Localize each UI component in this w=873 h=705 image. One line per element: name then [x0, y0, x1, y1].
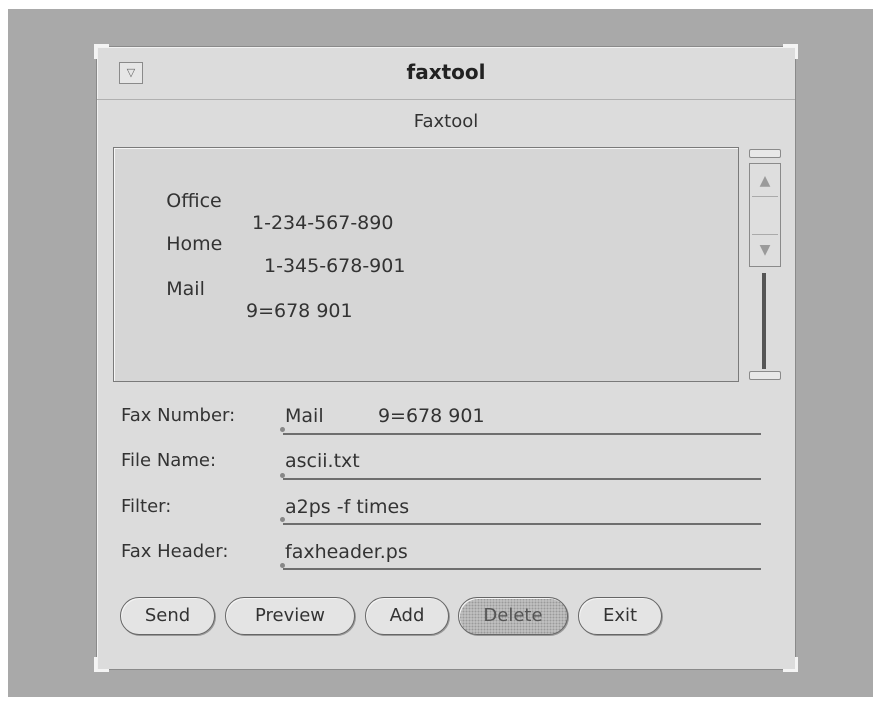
scroll-down-arrow-icon[interactable]: ▼ [752, 234, 778, 265]
preview-button[interactable]: Preview [225, 597, 355, 635]
list-item-number: 1-345-678-901 [264, 255, 406, 277]
list-item-number: 1-234-567-890 [252, 212, 394, 234]
fax-number-caret [280, 427, 285, 432]
window-title: faxtool [406, 60, 486, 84]
exit-button[interactable]: Exit [578, 597, 662, 635]
fax-header-underline [283, 568, 761, 570]
file-name-field[interactable]: ascii.txt [285, 450, 360, 472]
fax-number-label: Fax Number: [121, 405, 236, 426]
scrollbar-bottom-cap[interactable] [749, 371, 781, 380]
scroll-up-arrow-icon[interactable]: ▲ [752, 166, 778, 197]
fax-header-field[interactable]: faxheader.ps [285, 541, 408, 563]
send-button[interactable]: Send [120, 597, 215, 635]
file-name-underline [283, 478, 761, 480]
list-item-label: Mail [166, 278, 205, 300]
resize-corner-bottom-left[interactable] [94, 657, 109, 672]
scrollbar-track[interactable] [762, 273, 766, 369]
delete-button[interactable]: Delete [458, 597, 568, 635]
add-button[interactable]: Add [365, 597, 449, 635]
fax-number-field[interactable]: Mail 9=678 901 [285, 405, 485, 427]
list-item-label: Home [166, 233, 223, 255]
file-name-label: File Name: [121, 450, 217, 471]
list-item-number: 9=678 901 [246, 300, 353, 322]
list-item-label: Office [166, 190, 222, 212]
filter-caret [280, 517, 285, 522]
list-scrollbar[interactable]: ▲ ▼ [749, 149, 781, 381]
scrollbar-top-cap[interactable] [749, 149, 781, 158]
filter-underline [283, 523, 761, 525]
scrollbar-elevator[interactable]: ▲ ▼ [749, 163, 781, 267]
filter-field[interactable]: a2ps -f times [285, 496, 409, 518]
fax-number-underline [283, 433, 761, 435]
resize-corner-bottom-right[interactable] [783, 657, 798, 672]
filter-label: Filter: [121, 496, 172, 517]
phonebook-list[interactable]: Office 1-234-567-890 Home 1-345-678-901 … [113, 147, 739, 382]
title-bar[interactable]: ▽ faxtool [97, 47, 795, 100]
faxtool-window: ▽ faxtool Faxtool Office 1-234-567-890 H… [94, 44, 798, 672]
list-item[interactable]: Mail 9=678 901 [130, 256, 352, 344]
panel-title: Faxtool [413, 111, 479, 132]
fax-header-label: Fax Header: [121, 541, 229, 562]
